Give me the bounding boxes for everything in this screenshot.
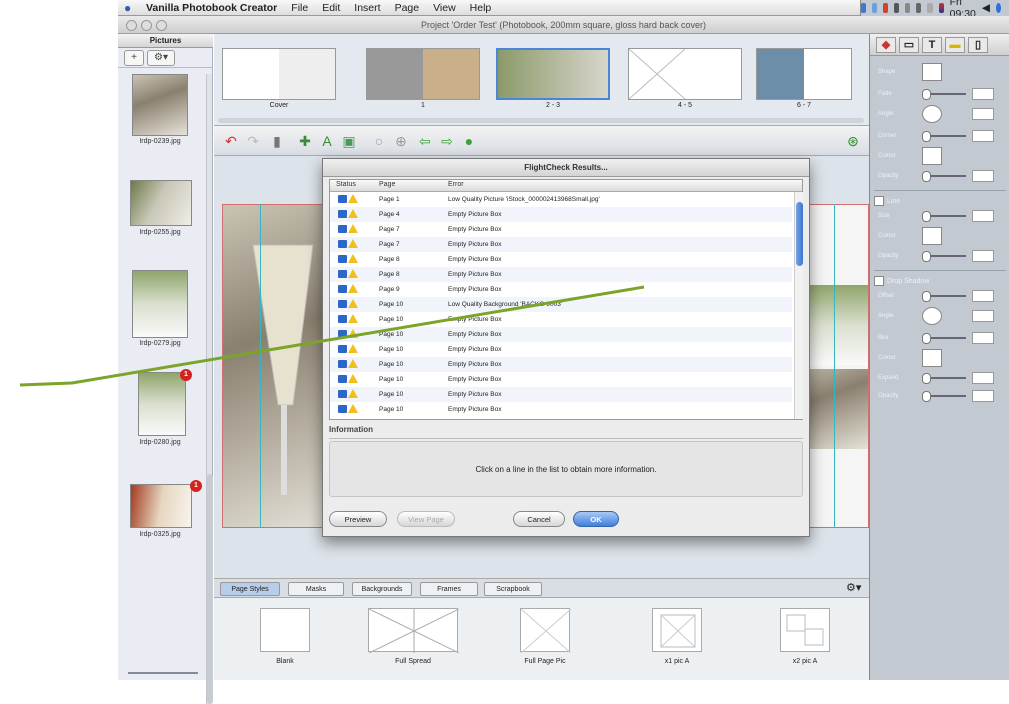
annotation-line	[19, 285, 645, 387]
annotation-pointer	[19, 285, 645, 387]
